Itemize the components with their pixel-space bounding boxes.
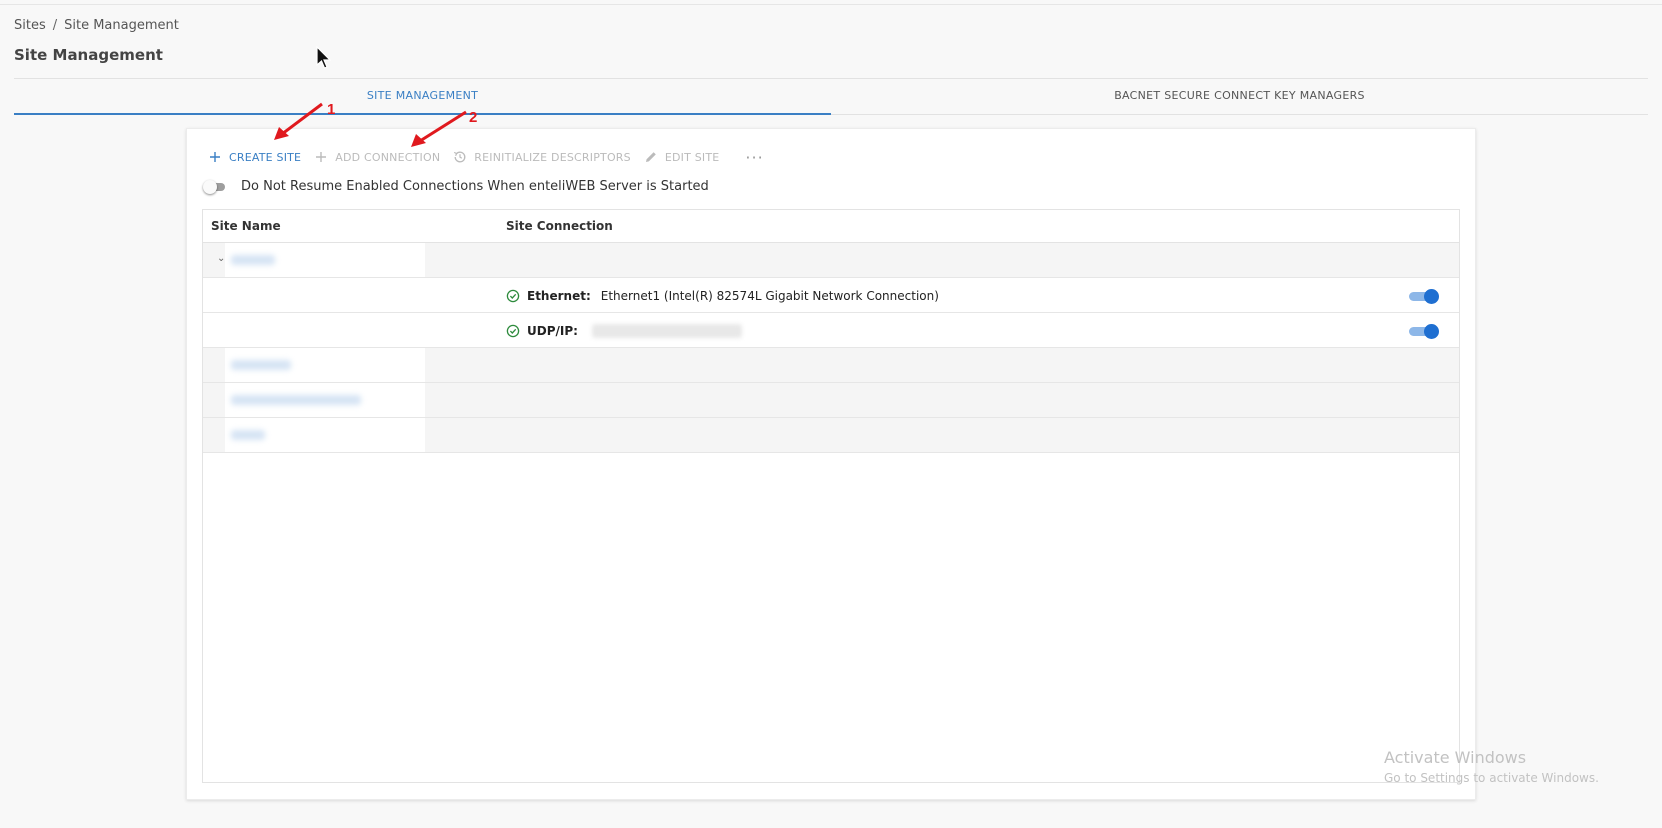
annotation-overlay: 1 2: [274, 101, 477, 147]
annotation-marker-2: 2: [469, 109, 477, 126]
annotation-marker-1: 1: [327, 101, 335, 118]
activate-windows-watermark: Activate Windows Go to Settings to activ…: [1384, 748, 1599, 785]
watermark-subtitle: Go to Settings to activate Windows.: [1384, 771, 1599, 785]
annotation-arrow-1: 1: [274, 101, 335, 140]
annotation-arrow-2: 2: [411, 109, 477, 147]
watermark-title: Activate Windows: [1384, 748, 1527, 767]
